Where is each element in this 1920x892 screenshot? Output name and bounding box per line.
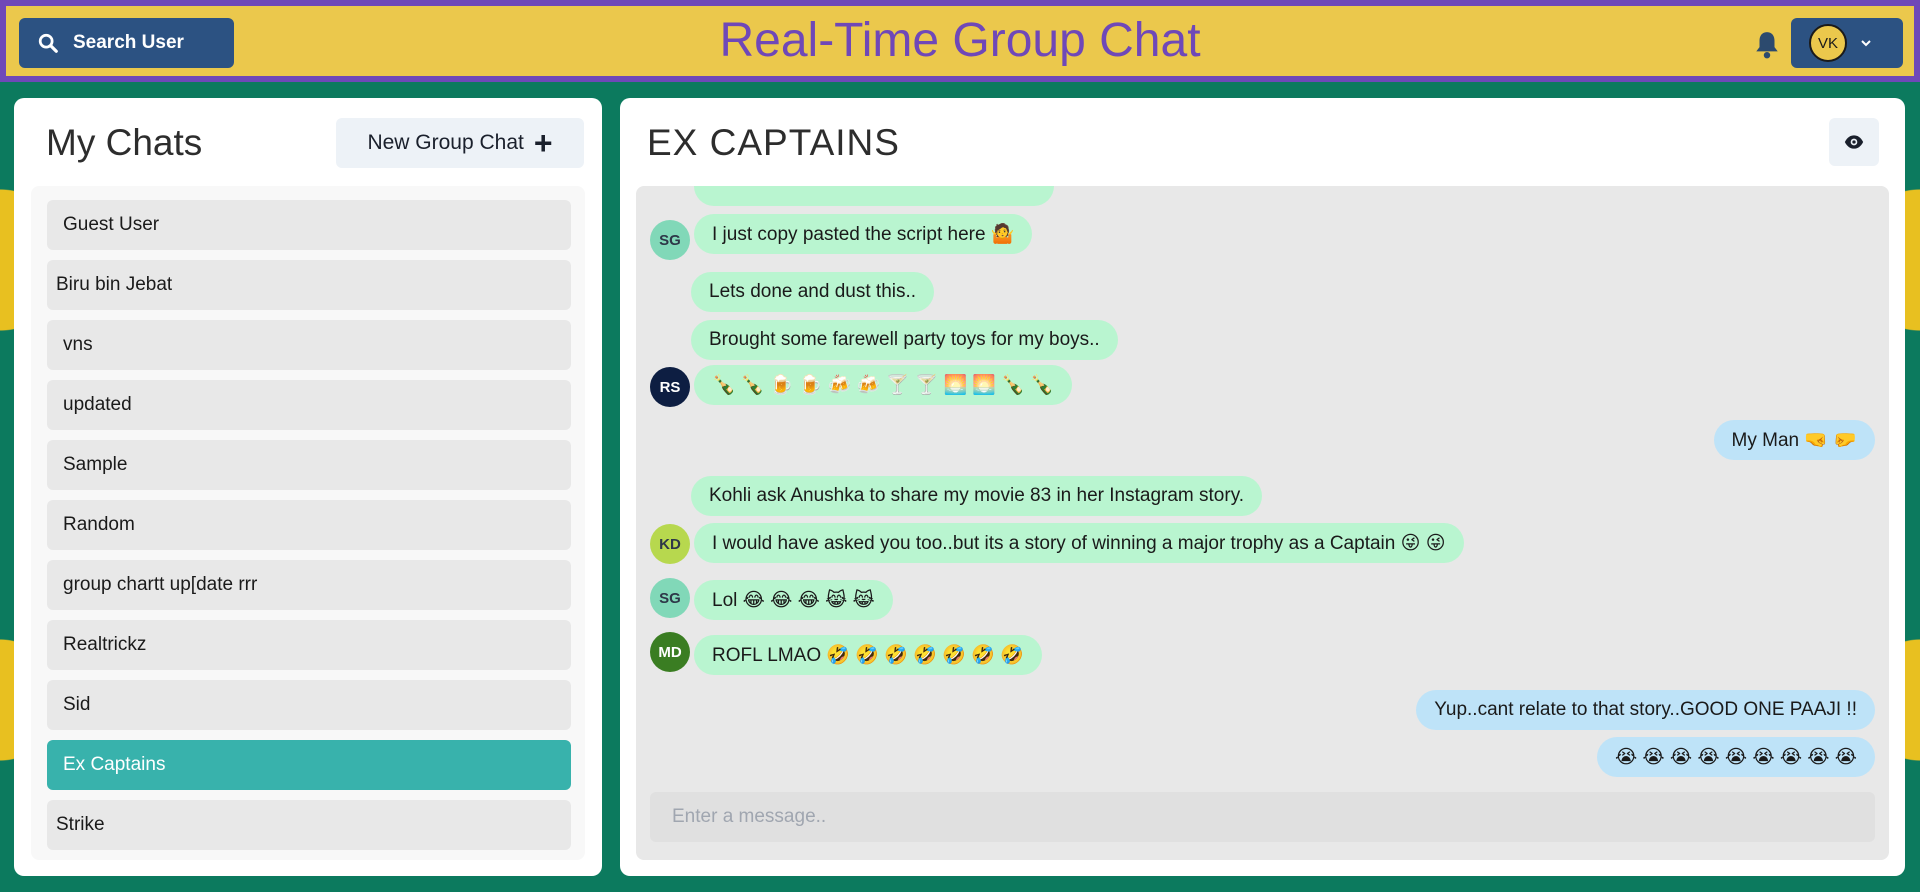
- message-area[interactable]: SG I just copy pasted the script here 🤷 …: [636, 186, 1889, 860]
- message-bubble-own: Yup..cant relate to that story..GOOD ONE…: [1416, 690, 1875, 730]
- message-bubble-own: 😭 😭 😭 😭 😭 😭 😭 😭 😭: [1596, 737, 1875, 777]
- chat-list-item[interactable]: Random: [47, 500, 571, 550]
- chat-list-item[interactable]: Sample: [47, 440, 571, 490]
- chevron-down-icon: [1861, 40, 1871, 47]
- plus-icon: +: [533, 125, 553, 161]
- chat-list-item[interactable]: group chartt up[date rrr: [47, 560, 571, 610]
- profile-menu-button[interactable]: VK: [1791, 18, 1903, 68]
- chat-list-item[interactable]: Biru bin Jebat: [47, 260, 571, 310]
- app-title: Real-Time Group Chat: [719, 14, 1201, 67]
- sender-avatar: MD: [650, 632, 690, 672]
- message-bubble: ROFL LMAO 🤣 🤣 🤣 🤣 🤣 🤣 🤣: [694, 635, 1042, 675]
- chat-list-item[interactable]: updated: [47, 380, 571, 430]
- message-input[interactable]: [650, 792, 1875, 842]
- message-bubble-own: My Man 🤜 🤛: [1713, 420, 1875, 460]
- sender-avatar: SG: [650, 578, 690, 618]
- eye-icon: [1844, 135, 1864, 149]
- chat-panel: EX CAPTAINS SG I just copy pasted the sc…: [620, 98, 1905, 876]
- new-group-chat-label: New Group Chat: [367, 131, 524, 154]
- sender-avatar: KD: [650, 524, 690, 564]
- message-bubble: Lets done and dust this..: [691, 272, 935, 312]
- new-group-chat-button[interactable]: New Group Chat +: [336, 118, 584, 168]
- chat-list-item-active[interactable]: Ex Captains: [47, 740, 571, 790]
- chat-list-item[interactable]: Guest User: [47, 200, 571, 250]
- sender-avatar: RS: [650, 367, 690, 407]
- avatar: VK: [1809, 24, 1847, 62]
- sender-avatar: SG: [650, 220, 690, 260]
- chat-list-item[interactable]: Sid: [47, 680, 571, 730]
- my-chats-panel: My Chats New Group Chat + Guest User Bir…: [14, 98, 602, 876]
- message-bubble: [694, 186, 1054, 206]
- chat-title: EX CAPTAINS: [647, 122, 900, 163]
- chat-list[interactable]: Guest User Biru bin Jebat vns updated Sa…: [31, 186, 585, 860]
- message-bubble: 🍾 🍾 🍺 🍺 🍻 🍻 🍸 🍸 🌅 🌅 🍾 🍾: [694, 365, 1072, 405]
- my-chats-title: My Chats: [46, 122, 203, 163]
- app-header: Search User Real-Time Group Chat VK: [0, 0, 1920, 82]
- message-bubble: Brought some farewell party toys for my …: [691, 320, 1118, 360]
- chat-list-item[interactable]: Realtrickz: [47, 620, 571, 670]
- message-bubble: Lol 😂 😂 😂 😹 😹: [694, 580, 893, 620]
- view-group-button[interactable]: [1829, 118, 1879, 166]
- message-bubble: I would have asked you too..but its a st…: [694, 523, 1464, 563]
- message-bubble: Kohli ask Anushka to share my movie 83 i…: [691, 476, 1263, 516]
- chat-list-item[interactable]: vns: [47, 320, 571, 370]
- chat-list-item[interactable]: Strike: [47, 800, 571, 850]
- bell-icon[interactable]: [1754, 30, 1780, 60]
- message-bubble: I just copy pasted the script here 🤷: [694, 214, 1033, 254]
